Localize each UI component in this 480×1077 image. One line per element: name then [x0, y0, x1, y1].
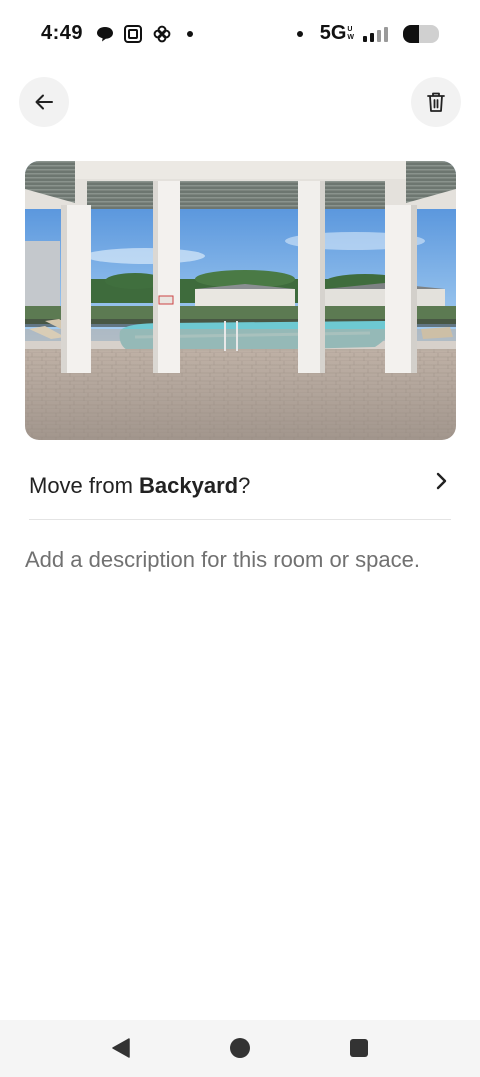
delete-button[interactable]: [411, 77, 461, 127]
status-system-icons: 5G U W: [296, 22, 440, 45]
battery-icon: [403, 24, 439, 43]
trash-icon: [427, 92, 445, 112]
move-room-name: Backyard: [139, 473, 239, 498]
pool-pavilion-image: [25, 161, 456, 440]
back-button[interactable]: [19, 77, 69, 127]
divider: [29, 519, 451, 520]
network-sup-bottom: W: [347, 33, 354, 41]
system-nav-bar: [0, 1020, 480, 1077]
move-room-text: Move from Backyard?: [29, 473, 250, 499]
status-bar: 4:49 5G U W: [0, 0, 480, 70]
home-circle-icon[interactable]: [229, 1037, 251, 1059]
description-field[interactable]: Add a description for this room or space…: [25, 546, 465, 574]
move-suffix: ?: [238, 473, 251, 498]
chevron-right-icon: [436, 472, 447, 490]
recents-square-icon[interactable]: [348, 1037, 370, 1059]
status-time: 4:49: [41, 22, 84, 44]
move-room-row[interactable]: Move from Backyard?: [29, 466, 451, 506]
move-prefix: Move from: [29, 473, 140, 498]
notification-dot: [187, 31, 193, 37]
network-superscript: U W: [347, 26, 354, 42]
pinwheel-icon: [153, 25, 171, 43]
network-label: 5G: [319, 22, 347, 44]
room-photo[interactable]: [25, 161, 456, 440]
status-notification-icons: [96, 24, 193, 44]
network-sup-top: U: [347, 25, 353, 33]
arrow-left-icon: [35, 94, 53, 110]
signal-icon: [363, 26, 388, 42]
message-icon: [97, 27, 113, 42]
screen-icon: [124, 25, 142, 43]
status-dot: [296, 30, 303, 37]
back-triangle-icon[interactable]: [110, 1037, 132, 1059]
network-type: 5G U W: [320, 22, 354, 45]
